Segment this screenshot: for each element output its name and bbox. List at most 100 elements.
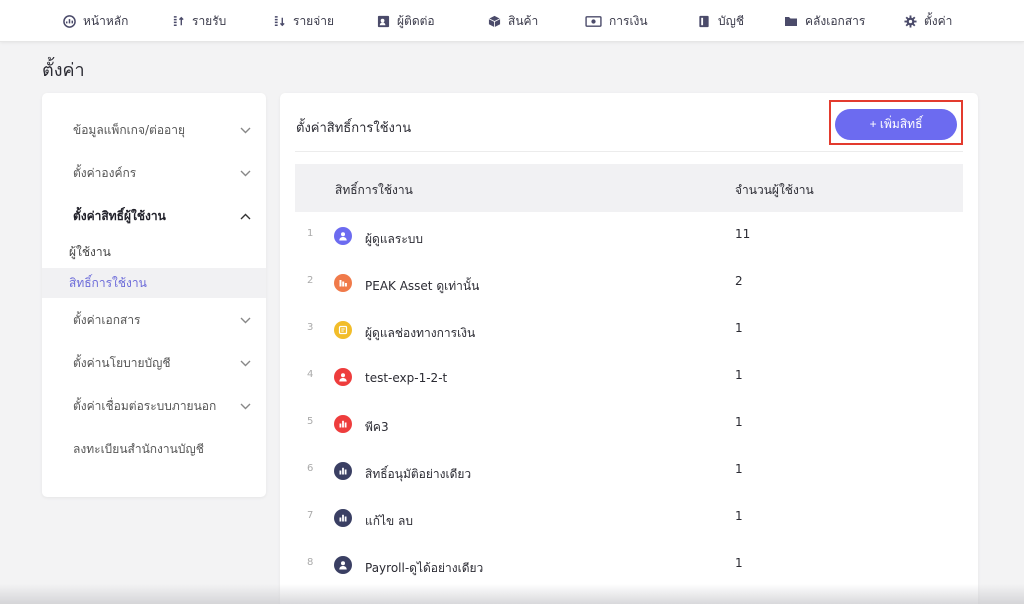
row-index: 8 [307,557,314,568]
column-header-user-count: จำนวนผู้ใช้งาน [735,183,814,197]
page-title: ตั้งค่า [42,60,85,81]
money-icon [584,14,602,28]
contacts-icon [376,14,390,28]
table-row[interactable]: 6 สิทธิ์อนุมัติอย่างเดียว 1 [295,447,963,494]
row-index: 2 [307,275,314,286]
permission-name: ผู้ดูแลระบบ [365,232,424,246]
permission-name: PEAK Asset ดูเท่านั้น [365,279,480,293]
table-row[interactable]: 8 Payroll-ดูได้อย่างเดียว 1 [295,541,963,588]
row-index: 6 [307,463,314,474]
nav-item-contacts[interactable]: ผู้ติดต่อ [376,0,435,42]
nav-label: ผู้ติดต่อ [397,13,435,28]
table-row[interactable]: 3 ผู้ดูแลช่องทางการเงิน 1 [295,306,963,353]
sidebar-item-label: ตั้งค่าองค์กร [73,165,137,180]
sidebar-subitem-users[interactable]: ผู้ใช้งาน [42,237,266,267]
sidebar-item-label: ตั้งค่าเอกสาร [73,312,141,327]
sidebar-item-integrations[interactable]: ตั้งค่าเชื่อมต่อระบบภายนอก [42,386,266,426]
nav-label: รายรับ [192,13,227,28]
nav-label: การเงิน [609,13,648,28]
table-row[interactable]: 7 แก้ไข ลบ 1 [295,494,963,541]
chevron-up-icon [240,211,251,222]
nav-item-settings[interactable]: ตั้งค่า [903,0,952,42]
nav-label: คลังเอกสาร [805,13,866,28]
table-row[interactable]: 1 ผู้ดูแลระบบ 11 [295,212,963,259]
user-icon [334,227,352,245]
dashboard-icon [62,14,76,28]
table-row[interactable]: 2 PEAK Asset ดูเท่านั้น 2 [295,259,963,306]
box-icon [487,14,501,28]
panel-title: ตั้งค่าสิทธิ์การใช้งาน [296,121,412,136]
user-icon [334,368,352,386]
nav-item-finance[interactable]: การเงิน [584,0,648,42]
row-index: 1 [307,228,314,239]
top-navigation: หน้าหลัก รายรับ รายจ่าย ผู้ติดต่อ สินค้า… [0,0,1024,42]
sidebar-item-user-permissions[interactable]: ตั้งค่าสิทธิ์ผู้ใช้งาน [42,196,266,236]
add-permission-button[interactable]: + เพิ่มสิทธิ์ [835,109,957,140]
gear-icon [903,14,917,28]
bar-chart-icon [334,462,352,480]
table-row[interactable]: 5 พีค3 1 [295,400,963,447]
row-index: 4 [307,369,314,380]
user-count: 1 [735,509,743,523]
user-count: 1 [735,415,743,429]
nav-label: บัญชี [718,13,744,28]
folder-icon [784,14,798,28]
chevron-down-icon [240,168,251,179]
permissions-panel: ตั้งค่าสิทธิ์การใช้งาน + เพิ่มสิทธิ์ สิท… [280,93,978,604]
sidebar-item-label: ข้อมูลแพ็กเกจ/ต่ออายุ [73,122,186,137]
nav-item-home[interactable]: หน้าหลัก [62,0,128,42]
column-header-permission: สิทธิ์การใช้งาน [335,183,413,197]
user-count: 2 [735,274,743,288]
sidebar-item-label: ตั้งค่าเชื่อมต่อระบบภายนอก [73,398,217,413]
expense-icon [272,14,286,28]
row-index: 7 [307,510,314,521]
bar-chart-icon [334,415,352,433]
nav-label: ตั้งค่า [924,13,953,28]
sidebar-subitem-label: ผู้ใช้งาน [69,244,111,259]
sidebar-item-documents[interactable]: ตั้งค่าเอกสาร [42,300,266,340]
asset-icon [334,274,352,292]
nav-item-income[interactable]: รายรับ [171,0,226,42]
permission-name: พีค3 [365,420,389,434]
permission-name: test-exp-1-2-t [365,371,448,385]
sidebar-item-label: ตั้งค่าสิทธิ์ผู้ใช้งาน [73,208,166,223]
settings-sidebar: ข้อมูลแพ็กเกจ/ต่ออายุ ตั้งค่าองค์กร ตั้ง… [42,93,266,497]
user-count: 1 [735,556,743,570]
row-index: 5 [307,416,314,427]
chevron-down-icon [240,125,251,136]
table-header: สิทธิ์การใช้งาน จำนวนผู้ใช้งาน [295,164,963,212]
sidebar-subitem-label: สิทธิ์การใช้งาน [69,275,147,290]
row-index: 3 [307,322,314,333]
nav-item-products[interactable]: สินค้า [487,0,538,42]
finance-channel-icon [334,321,352,339]
table-row[interactable]: 4 test-exp-1-2-t 1 [295,353,963,400]
sidebar-item-label: ลงทะเบียนสำนักงานบัญชี [73,441,204,456]
user-count: 1 [735,321,743,335]
window-bottom-edge [0,584,1024,604]
bar-chart-icon [334,509,352,527]
chevron-down-icon [240,315,251,326]
nav-label: สินค้า [508,13,539,28]
sidebar-item-register-accounting-office[interactable]: ลงทะเบียนสำนักงานบัญชี [42,429,266,469]
user-count: 1 [735,368,743,382]
sidebar-item-accounting-policy[interactable]: ตั้งค่านโยบายบัญชี [42,343,266,383]
chevron-down-icon [240,358,251,369]
user-count: 1 [735,462,743,476]
sidebar-item-organization[interactable]: ตั้งค่าองค์กร [42,153,266,193]
permission-name: สิทธิ์อนุมัติอย่างเดียว [365,467,472,481]
nav-label: หน้าหลัก [83,13,129,28]
chevron-down-icon [240,401,251,412]
sidebar-item-package[interactable]: ข้อมูลแพ็กเกจ/ต่ออายุ [42,110,266,150]
book-icon [697,14,711,28]
nav-item-documents[interactable]: คลังเอกสาร [784,0,865,42]
sidebar-subitem-permissions[interactable]: สิทธิ์การใช้งาน [42,268,266,298]
permission-name: แก้ไข ลบ [365,514,414,528]
nav-item-expense[interactable]: รายจ่าย [272,0,334,42]
permission-name: Payroll-ดูได้อย่างเดียว [365,561,484,575]
user-count: 11 [735,227,751,241]
divider [295,151,963,152]
permission-name: ผู้ดูแลช่องทางการเงิน [365,326,476,340]
nav-item-accounting[interactable]: บัญชี [697,0,744,42]
nav-label: รายจ่าย [293,13,335,28]
sidebar-item-label: ตั้งค่านโยบายบัญชี [73,355,171,370]
